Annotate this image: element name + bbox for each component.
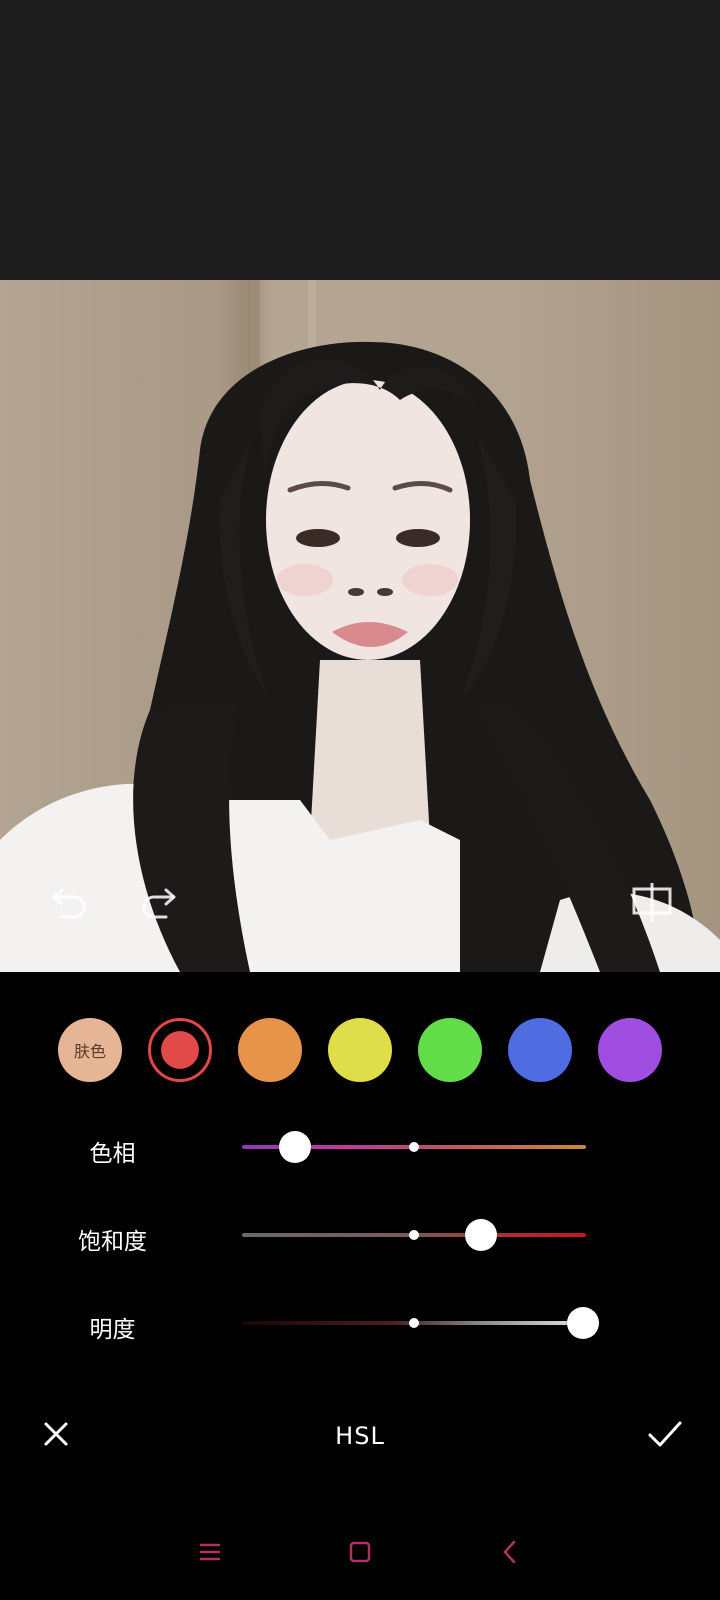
- editor-title: HSL: [335, 1422, 385, 1450]
- top-bar: [0, 0, 720, 280]
- saturation-center-marker: [409, 1230, 419, 1240]
- redo-icon[interactable]: [136, 880, 180, 924]
- hue-label: 色相: [89, 1141, 136, 1167]
- swatch-purple[interactable]: [598, 1018, 662, 1082]
- hue-slider-thumb[interactable]: [279, 1131, 312, 1163]
- saturation-label: 饱和度: [78, 1229, 147, 1255]
- lightness-label: 明度: [89, 1317, 136, 1343]
- swatch-skin-tone[interactable]: 肤色: [58, 1018, 122, 1082]
- editor-action-bar: HSL: [0, 1400, 720, 1470]
- compare-icon[interactable]: [630, 880, 674, 924]
- portrait-image: [0, 280, 720, 972]
- hue-center-marker: [409, 1142, 419, 1152]
- swatch-skin-label: 肤色: [73, 1042, 106, 1061]
- menu-icon[interactable]: [196, 1538, 224, 1566]
- lightness-center-marker: [409, 1318, 419, 1328]
- swatch-yellow[interactable]: [328, 1018, 392, 1082]
- swatch-red[interactable]: [148, 1018, 212, 1082]
- check-icon[interactable]: [644, 1414, 684, 1454]
- saturation-slider-thumb[interactable]: [465, 1219, 498, 1251]
- system-nav-bar: [0, 1530, 720, 1574]
- swatch-red-fill: [161, 1031, 199, 1069]
- photo-preview[interactable]: [0, 280, 720, 972]
- undo-icon[interactable]: [48, 880, 92, 924]
- swatch-green[interactable]: [418, 1018, 482, 1082]
- back-icon[interactable]: [496, 1538, 524, 1566]
- swatch-blue[interactable]: [508, 1018, 572, 1082]
- home-icon[interactable]: [346, 1538, 374, 1566]
- swatch-orange[interactable]: [238, 1018, 302, 1082]
- lightness-slider-thumb[interactable]: [566, 1307, 599, 1339]
- color-swatch-row: 肤色: [0, 1018, 720, 1082]
